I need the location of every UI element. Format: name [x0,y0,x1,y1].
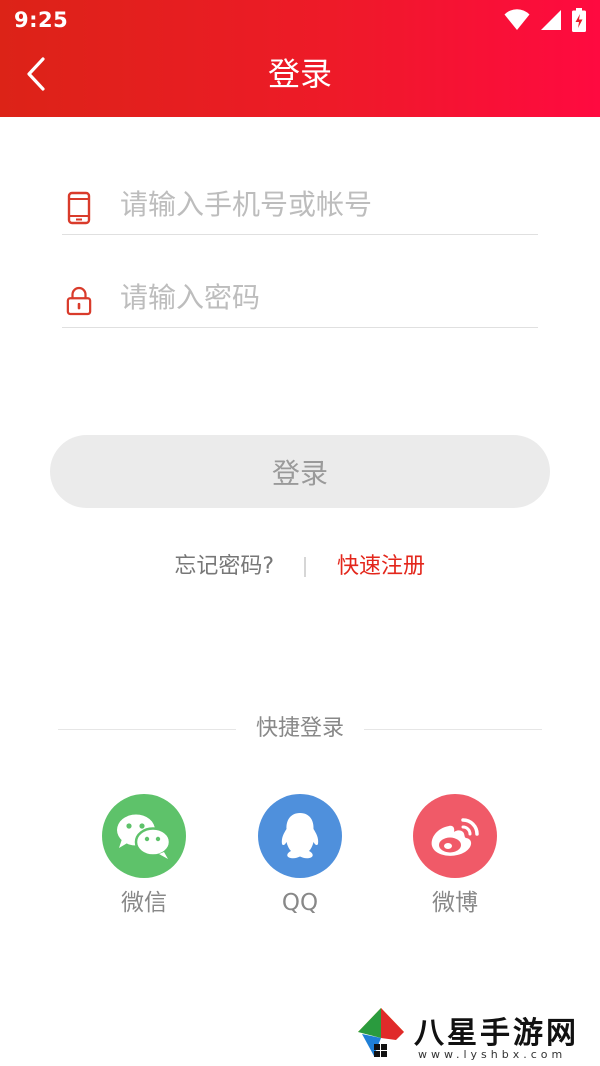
lock-icon [66,284,92,318]
account-field [62,175,538,235]
auth-links: 忘记密码? 快速注册 [0,550,600,584]
watermark-text: 八星手游网 [414,1016,579,1051]
quick-login-header: 快捷登录 [58,712,542,746]
wechat-login-button[interactable]: 微信 [89,794,199,918]
site-watermark: 八星手游网 www.lyshbx.com [352,1004,592,1064]
link-divider [304,557,306,577]
weibo-login-button[interactable]: 微博 [400,794,510,918]
page-title: 登录 [267,55,332,93]
app-header: 9:25 登录 [0,0,600,117]
watermark-logo-icon [352,1004,410,1066]
wechat-icon [102,794,186,878]
password-field [62,268,538,328]
weibo-icon [413,794,497,878]
phone-icon [66,191,92,225]
forgot-password-link[interactable]: 忘记密码? [174,550,274,584]
battery-charging-icon [572,8,586,36]
login-button[interactable]: 登录 [50,435,550,508]
quick-register-link[interactable]: 快速注册 [337,550,425,584]
account-input[interactable] [120,179,530,229]
status-icons [504,8,586,36]
divider-line-right [364,729,542,730]
watermark-url: www.lyshbx.com [418,1048,567,1061]
weibo-label: 微博 [432,890,478,916]
qq-login-button[interactable]: QQ [245,794,355,918]
status-time: 9:25 [14,8,69,32]
wifi-icon [504,9,530,35]
status-bar: 9:25 [0,0,600,40]
signal-icon [540,9,562,35]
password-input[interactable] [120,272,530,322]
qq-label: QQ [281,890,319,916]
wechat-label: 微信 [121,890,167,916]
qq-icon [258,794,342,878]
